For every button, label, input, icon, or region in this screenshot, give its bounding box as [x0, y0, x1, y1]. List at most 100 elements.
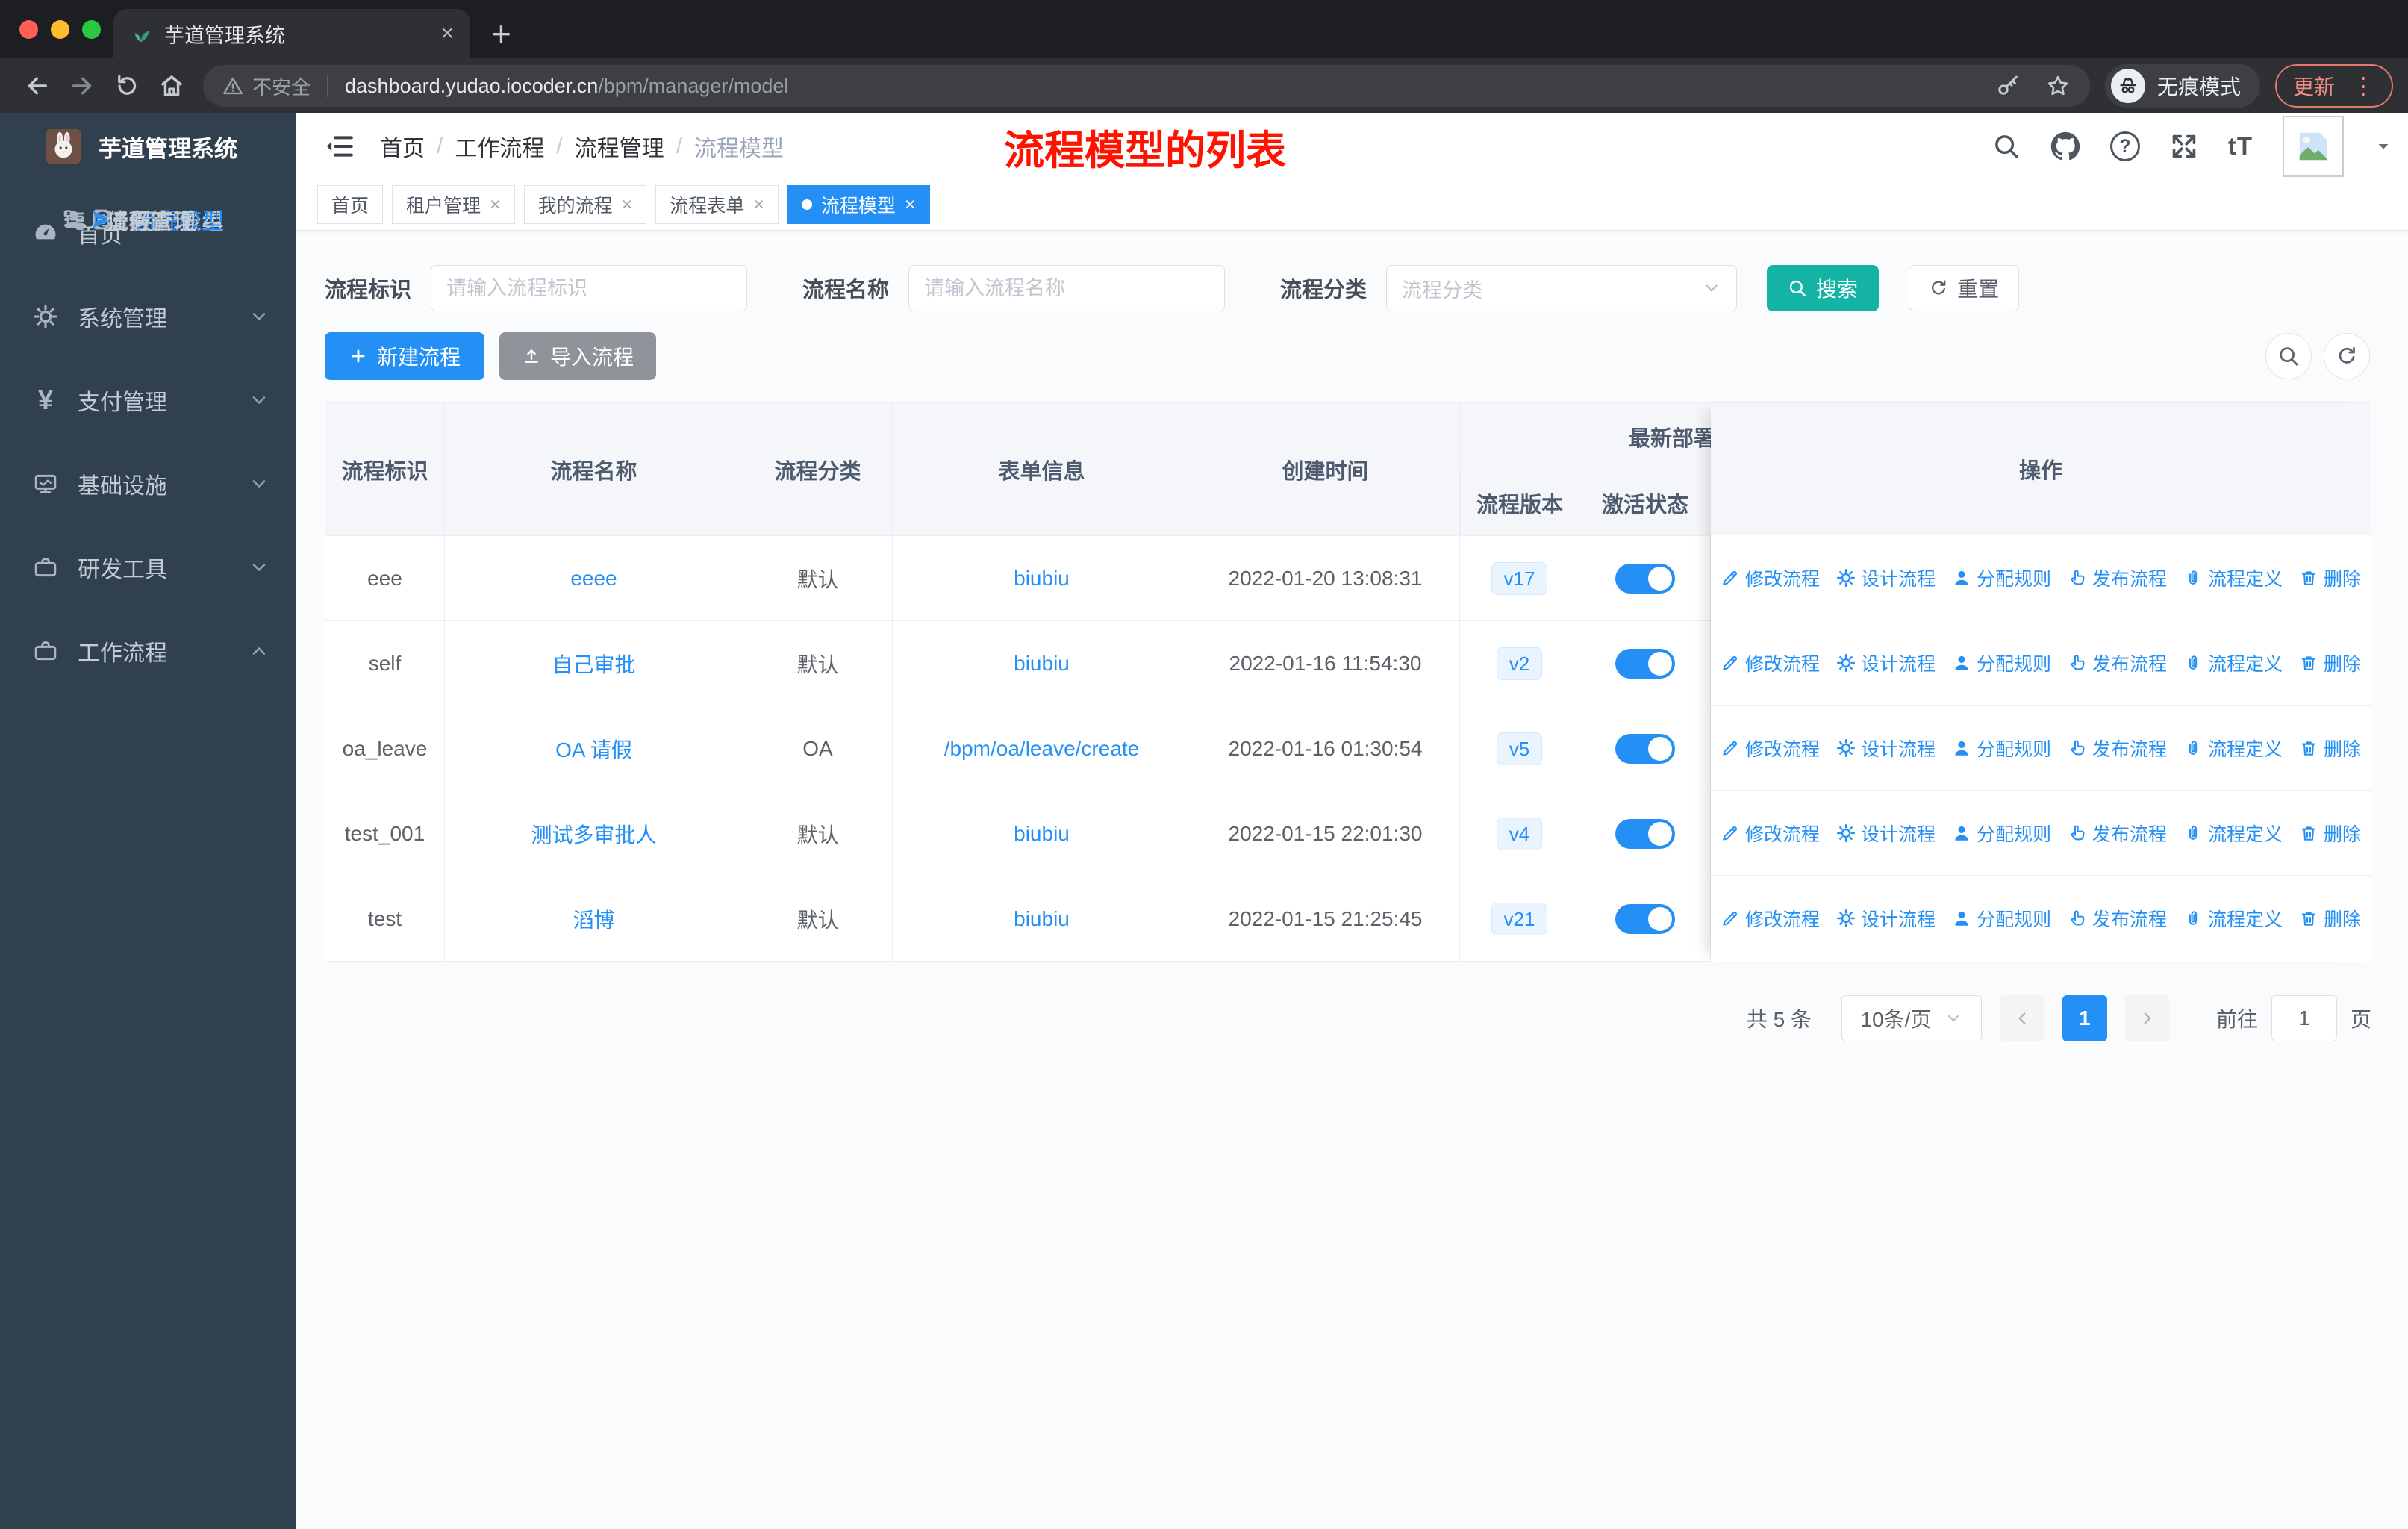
help-icon[interactable]: ? — [2109, 131, 2140, 161]
tab-close-icon[interactable]: × — [440, 22, 454, 45]
update-label[interactable]: 更新 — [2293, 71, 2335, 101]
action-design-link[interactable]: 设计流程 — [1836, 650, 1936, 676]
process-id-input[interactable] — [431, 265, 748, 311]
goto-page-input[interactable] — [2271, 995, 2337, 1041]
next-page-button[interactable] — [2124, 995, 2170, 1041]
action-design-link[interactable]: 设计流程 — [1836, 905, 1936, 932]
close-icon[interactable]: × — [490, 195, 501, 214]
process-name-input[interactable] — [908, 265, 1226, 311]
new-tab-button[interactable]: + — [491, 16, 511, 51]
security-label[interactable]: 不安全 — [252, 72, 311, 100]
action-definition-link[interactable]: 流程定义 — [2183, 820, 2283, 847]
process-name-link[interactable]: 自己审批 — [552, 649, 635, 679]
active-toggle[interactable] — [1615, 733, 1675, 764]
action-publish-link[interactable]: 发布流程 — [2068, 735, 2167, 762]
action-publish-link[interactable]: 发布流程 — [2068, 564, 2167, 591]
action-assign-rule-link[interactable]: 分配规则 — [1952, 650, 2051, 676]
home-icon[interactable] — [149, 63, 194, 108]
browser-update-button[interactable]: 更新 ⋮ — [2274, 64, 2393, 108]
action-publish-link[interactable]: 发布流程 — [2068, 820, 2167, 847]
sidebar-item-infrastructure[interactable]: 基础设施 — [0, 442, 296, 526]
tag-process-model[interactable]: 流程模型 × — [787, 185, 930, 224]
action-assign-rule-link[interactable]: 分配规则 — [1952, 735, 2051, 762]
action-design-link[interactable]: 设计流程 — [1836, 820, 1936, 847]
address-bar[interactable]: 不安全 dashboard.yudao.iocoder.cn/bpm/manag… — [203, 65, 2090, 107]
form-info-link[interactable]: biubiu — [1014, 907, 1070, 931]
action-definition-link[interactable]: 流程定义 — [2183, 905, 2283, 932]
window-minimize-button[interactable] — [51, 20, 69, 39]
action-definition-link[interactable]: 流程定义 — [2183, 564, 2283, 591]
sidebar-collapse-icon[interactable] — [325, 131, 355, 161]
action-modify-link[interactable]: 修改流程 — [1721, 735, 1820, 762]
action-definition-link[interactable]: 流程定义 — [2183, 650, 2283, 676]
show-search-toggle-button[interactable] — [2265, 333, 2312, 379]
search-button[interactable]: 搜索 — [1767, 265, 1880, 311]
password-key-icon[interactable] — [1996, 74, 2020, 98]
fullscreen-icon[interactable] — [2170, 132, 2198, 161]
github-icon[interactable] — [2050, 131, 2080, 161]
form-info-link[interactable]: biubiu — [1014, 652, 1070, 676]
process-name-link[interactable]: 测试多审批人 — [531, 819, 656, 849]
action-design-link[interactable]: 设计流程 — [1836, 564, 1936, 591]
reload-icon[interactable] — [105, 63, 149, 108]
process-name-link[interactable]: eeee — [570, 567, 617, 591]
avatar[interactable] — [2283, 116, 2344, 177]
breadcrumb-home[interactable]: 首页 — [380, 130, 425, 163]
back-icon[interactable] — [15, 63, 60, 108]
process-name-link[interactable]: OA 请假 — [555, 734, 632, 764]
action-publish-link[interactable]: 发布流程 — [2068, 650, 2167, 676]
sidebar-item-payment[interactable]: ¥ 支付管理 — [0, 358, 296, 442]
form-info-link[interactable]: biubiu — [1014, 822, 1070, 846]
breadcrumb-process-management[interactable]: 流程管理 — [575, 130, 664, 163]
active-toggle[interactable] — [1615, 648, 1675, 679]
tag-my-process[interactable]: 我的流程 × — [523, 185, 647, 224]
avatar-caret-down-icon[interactable] — [2374, 137, 2393, 156]
process-category-select[interactable]: 流程分类 — [1386, 265, 1738, 311]
form-info-link[interactable]: /bpm/oa/leave/create — [944, 737, 1140, 761]
action-design-link[interactable]: 设计流程 — [1836, 735, 1936, 762]
sidebar-item-devtools[interactable]: 研发工具 — [0, 526, 296, 609]
page-size-select[interactable]: 10条/页 — [1841, 995, 1982, 1041]
reset-button[interactable]: 重置 — [1909, 265, 2020, 311]
close-icon[interactable]: × — [753, 195, 764, 214]
tag-tenant[interactable]: 租户管理 × — [392, 185, 515, 224]
action-assign-rule-link[interactable]: 分配规则 — [1952, 820, 2051, 847]
import-process-button[interactable]: 导入流程 — [499, 332, 657, 380]
action-modify-link[interactable]: 修改流程 — [1721, 905, 1820, 932]
action-assign-rule-link[interactable]: 分配规则 — [1952, 564, 2051, 591]
refresh-table-button[interactable] — [2324, 333, 2370, 379]
search-icon[interactable] — [1992, 132, 2021, 161]
prev-page-button[interactable] — [1999, 995, 2044, 1041]
forward-icon[interactable] — [60, 63, 105, 108]
action-delete-link[interactable]: 删除 — [2299, 650, 2361, 676]
browser-tab[interactable]: 芋道管理系统 × — [113, 9, 470, 58]
active-toggle[interactable] — [1615, 818, 1675, 849]
action-delete-link[interactable]: 删除 — [2299, 905, 2361, 932]
form-info-link[interactable]: biubiu — [1014, 567, 1070, 591]
bookmark-star-icon[interactable] — [2045, 73, 2071, 99]
tag-process-form[interactable]: 流程表单 × — [655, 185, 779, 224]
breadcrumb-workflow[interactable]: 工作流程 — [455, 130, 544, 163]
tag-home[interactable]: 首页 — [317, 185, 384, 224]
close-icon[interactable]: × — [905, 195, 916, 214]
sidebar-item-leave-query[interactable]: 请假查询 — [0, 181, 196, 258]
action-delete-link[interactable]: 删除 — [2299, 564, 2361, 591]
process-name-link[interactable]: 滔博 — [573, 904, 614, 934]
action-modify-link[interactable]: 修改流程 — [1721, 564, 1820, 591]
action-assign-rule-link[interactable]: 分配规则 — [1952, 905, 2051, 932]
window-close-button[interactable] — [19, 20, 38, 39]
action-delete-link[interactable]: 删除 — [2299, 735, 2361, 762]
active-toggle[interactable] — [1615, 903, 1675, 934]
sidebar-item-system[interactable]: 系统管理 — [0, 275, 296, 358]
active-toggle[interactable] — [1615, 563, 1675, 594]
close-icon[interactable]: × — [622, 195, 633, 214]
create-process-button[interactable]: 新建流程 — [325, 332, 485, 380]
font-size-icon[interactable]: tT — [2228, 132, 2253, 161]
sidebar-item-workflow[interactable]: 工作流程 — [0, 609, 296, 693]
action-modify-link[interactable]: 修改流程 — [1721, 650, 1820, 676]
action-modify-link[interactable]: 修改流程 — [1721, 820, 1820, 847]
action-publish-link[interactable]: 发布流程 — [2068, 905, 2167, 932]
page-number-button[interactable]: 1 — [2062, 995, 2107, 1041]
window-zoom-button[interactable] — [82, 20, 101, 39]
action-delete-link[interactable]: 删除 — [2299, 820, 2361, 847]
